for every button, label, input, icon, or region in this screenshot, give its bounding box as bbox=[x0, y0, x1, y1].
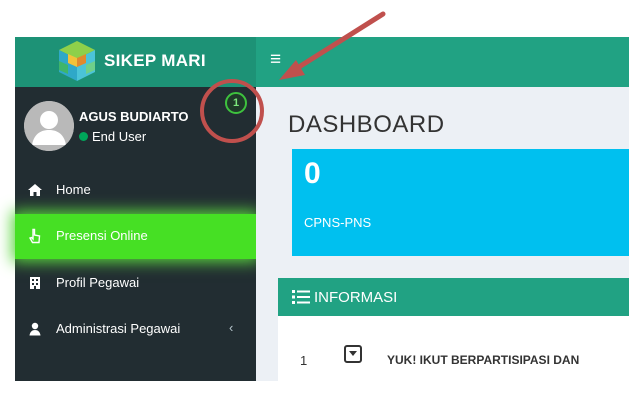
user-role-label: End User bbox=[92, 129, 147, 144]
top-header: SIKEP MARI ≡ bbox=[15, 37, 629, 87]
sidebar-item-administrasi-pegawai[interactable]: Administrasi Pegawai ‹ bbox=[15, 307, 256, 351]
sidebar-item-label: Presensi Online bbox=[56, 228, 148, 243]
page-title: DASHBOARD bbox=[288, 111, 445, 138]
list-icon bbox=[292, 290, 310, 304]
home-icon bbox=[28, 184, 42, 196]
logo-cube-icon bbox=[59, 41, 95, 81]
avatar bbox=[24, 101, 74, 151]
hand-pointer-icon bbox=[28, 228, 41, 244]
building-icon bbox=[30, 277, 40, 289]
sidebar-item-label: Home bbox=[56, 182, 91, 197]
user-icon bbox=[29, 322, 41, 336]
sidebar-item-profil-pegawai[interactable]: Profil Pegawai bbox=[15, 261, 256, 305]
stat-label: CPNS-PNS bbox=[304, 215, 372, 230]
annotation-circle bbox=[200, 79, 264, 143]
info-panel: INFORMASI 1 YUK! IKUT BERPARTISIPASI DAN bbox=[278, 278, 629, 381]
main-content: DASHBOARD 0 CPNS-PNS INFORMASI 1 YUK! IK… bbox=[256, 87, 629, 381]
online-status-icon bbox=[79, 132, 88, 141]
expand-caret-icon[interactable] bbox=[344, 345, 362, 363]
info-row-text[interactable]: YUK! IKUT BERPARTISIPASI DAN bbox=[387, 353, 579, 367]
menu-toggle-button[interactable]: ≡ bbox=[270, 49, 281, 71]
app-title: SIKEP MARI bbox=[104, 51, 206, 70]
info-panel-title: INFORMASI bbox=[314, 289, 398, 306]
sidebar-item-presensi-online[interactable]: Presensi Online bbox=[15, 214, 256, 259]
logo-area[interactable]: SIKEP MARI bbox=[15, 37, 256, 87]
sidebar-item-label: Administrasi Pegawai bbox=[56, 321, 181, 336]
chevron-left-icon[interactable]: ‹ bbox=[229, 320, 233, 335]
info-panel-header: INFORMASI bbox=[278, 278, 629, 316]
sidebar-item-label: Profil Pegawai bbox=[56, 275, 140, 290]
user-name: AGUS BUDIARTO bbox=[79, 109, 189, 124]
info-row-number: 1 bbox=[300, 353, 308, 368]
page-bottom-area bbox=[15, 381, 629, 409]
user-status: End User bbox=[79, 129, 146, 144]
avatar-person-icon bbox=[24, 101, 74, 151]
sidebar-item-home[interactable]: Home bbox=[15, 168, 256, 212]
stat-value: 0 bbox=[304, 157, 321, 190]
stat-box-cpns-pns[interactable]: 0 CPNS-PNS bbox=[292, 149, 629, 256]
